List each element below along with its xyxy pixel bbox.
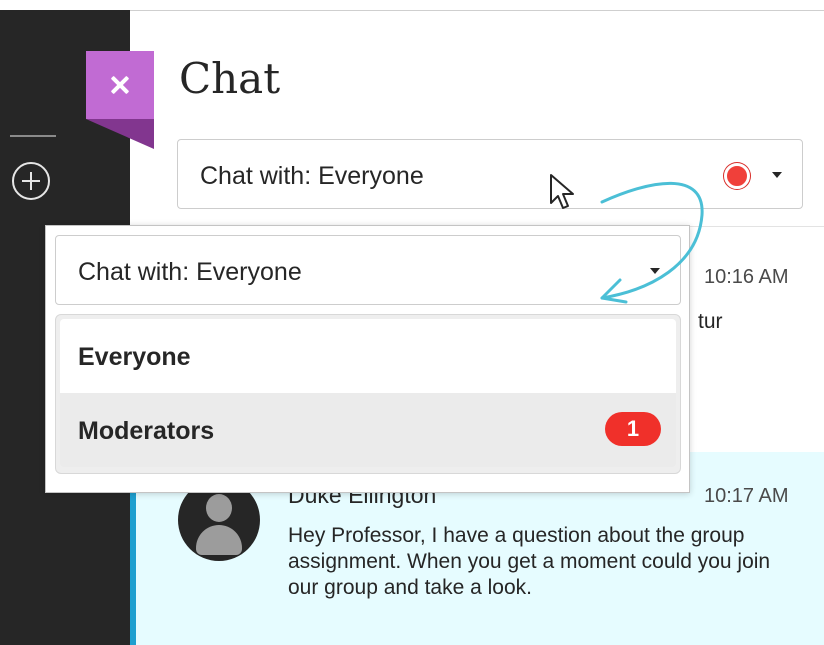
unread-badge: 1 (605, 412, 661, 446)
message-time: 10:16 AM (704, 266, 789, 288)
record-status-icon (724, 163, 750, 189)
option-everyone[interactable]: Everyone (60, 319, 676, 393)
option-label: Moderators (78, 417, 215, 445)
chat-with-select[interactable]: Chat with: Everyone (177, 139, 803, 209)
rail-divider (10, 135, 56, 137)
dropdown-options: Everyone Moderators 1 (55, 314, 681, 474)
chat-with-select-open[interactable]: Chat with: Everyone (55, 235, 681, 305)
collaborate-panel: Chat Chat with: Everyone 10:16 AM tur Du… (0, 0, 824, 645)
avatar-body-icon (196, 525, 242, 555)
option-label: Everyone (78, 343, 191, 371)
chevron-down-icon (772, 172, 782, 178)
message-text: Hey Professor, I have a question about t… (288, 524, 771, 599)
chat-with-label: Chat with: Everyone (78, 258, 302, 286)
chat-with-label: Chat with: Everyone (200, 162, 424, 190)
close-icon (86, 51, 154, 119)
message-text-fragment: tur (698, 310, 723, 333)
chevron-down-icon (650, 268, 660, 274)
avatar-head-icon (206, 494, 232, 522)
mouse-cursor-icon (550, 174, 574, 209)
panel-top-border (130, 10, 824, 11)
message-time: 10:17 AM (704, 485, 789, 507)
page-title: Chat (179, 54, 281, 103)
close-panel-button[interactable] (86, 51, 154, 149)
chat-with-dropdown: Chat with: Everyone Everyone Moderators … (45, 225, 690, 493)
add-icon[interactable] (12, 162, 50, 200)
option-moderators[interactable]: Moderators 1 (60, 393, 676, 467)
